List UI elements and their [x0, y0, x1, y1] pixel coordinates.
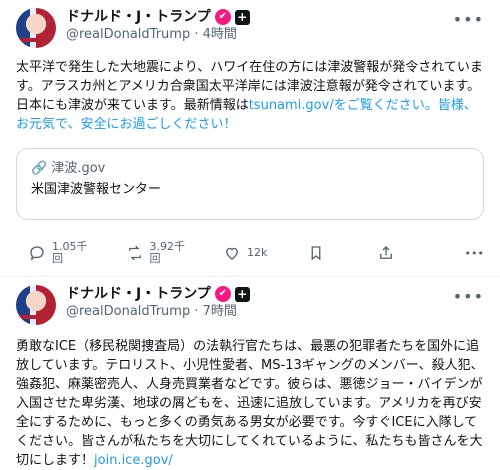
post-text-main: 勇敢なICE（移民税関捜査局）の法執行官たちは、最悪の犯罪者たちを国外に追放して… — [16, 339, 484, 468]
verified-badge-icon: ✔ — [214, 9, 231, 25]
post[interactable]: ドナルド・J・トランプ ✔ + @realDonaldTrump · 7時間 •… — [0, 276, 500, 470]
more-options-icon[interactable]: ••• — [453, 10, 484, 29]
avatar[interactable] — [16, 285, 56, 325]
reply-icon — [30, 246, 44, 261]
post-link[interactable]: join.ice.gov/ — [94, 453, 173, 468]
subscribe-plus-icon[interactable]: + — [234, 286, 250, 302]
more-options-icon[interactable]: ••• — [453, 287, 484, 306]
more-actions-icon[interactable]: ••• — [465, 247, 484, 260]
link-icon: 🔗 — [31, 161, 52, 176]
bookmark-button[interactable] — [307, 244, 325, 262]
card-domain: 津波.gov — [51, 161, 106, 176]
post-text: 太平洋で発生した大地震により、ハワイ在住の方には津波警報が発令されています。アラ… — [16, 58, 484, 134]
post-text: 勇敢なICE（移民税関捜査局）の法執行官たちは、最悪の犯罪者たちを国外に追放して… — [16, 337, 484, 470]
link-card[interactable]: 🔗 津波.gov 米国津波警報センター — [16, 148, 484, 220]
avatar[interactable] — [16, 8, 56, 48]
subscribe-plus-icon[interactable]: + — [234, 9, 250, 25]
bookmark-icon — [311, 246, 321, 261]
reply-count: 1.05千 回 — [52, 240, 88, 265]
handle-and-time[interactable]: @realDonaldTrump · 7時間 — [66, 303, 250, 321]
share-button[interactable] — [377, 244, 395, 262]
like-button[interactable]: 12k — [223, 244, 267, 262]
card-title: 米国津波警報センター — [31, 182, 162, 197]
handle-and-time[interactable]: @realDonaldTrump · 4時間 — [66, 26, 250, 44]
reply-button[interactable]: 1.05千 回 — [28, 241, 88, 265]
action-bar: 1.05千 回 3.92千 回 12k ••• — [16, 236, 484, 270]
repost-icon — [128, 245, 141, 261]
like-count: 12k — [247, 246, 268, 259]
verified-badge-icon: ✔ — [214, 286, 231, 302]
author-name[interactable]: ドナルド・J・トランプ — [66, 285, 211, 303]
repost-count: 3.92千 回 — [149, 240, 186, 265]
post[interactable]: ドナルド・J・トランプ ✔ + @realDonaldTrump · 4時間 •… — [0, 0, 500, 270]
author-name[interactable]: ドナルド・J・トランプ — [66, 8, 211, 26]
share-icon — [380, 246, 393, 259]
repost-button[interactable]: 3.92千 回 — [126, 240, 186, 265]
heart-icon — [226, 247, 238, 260]
